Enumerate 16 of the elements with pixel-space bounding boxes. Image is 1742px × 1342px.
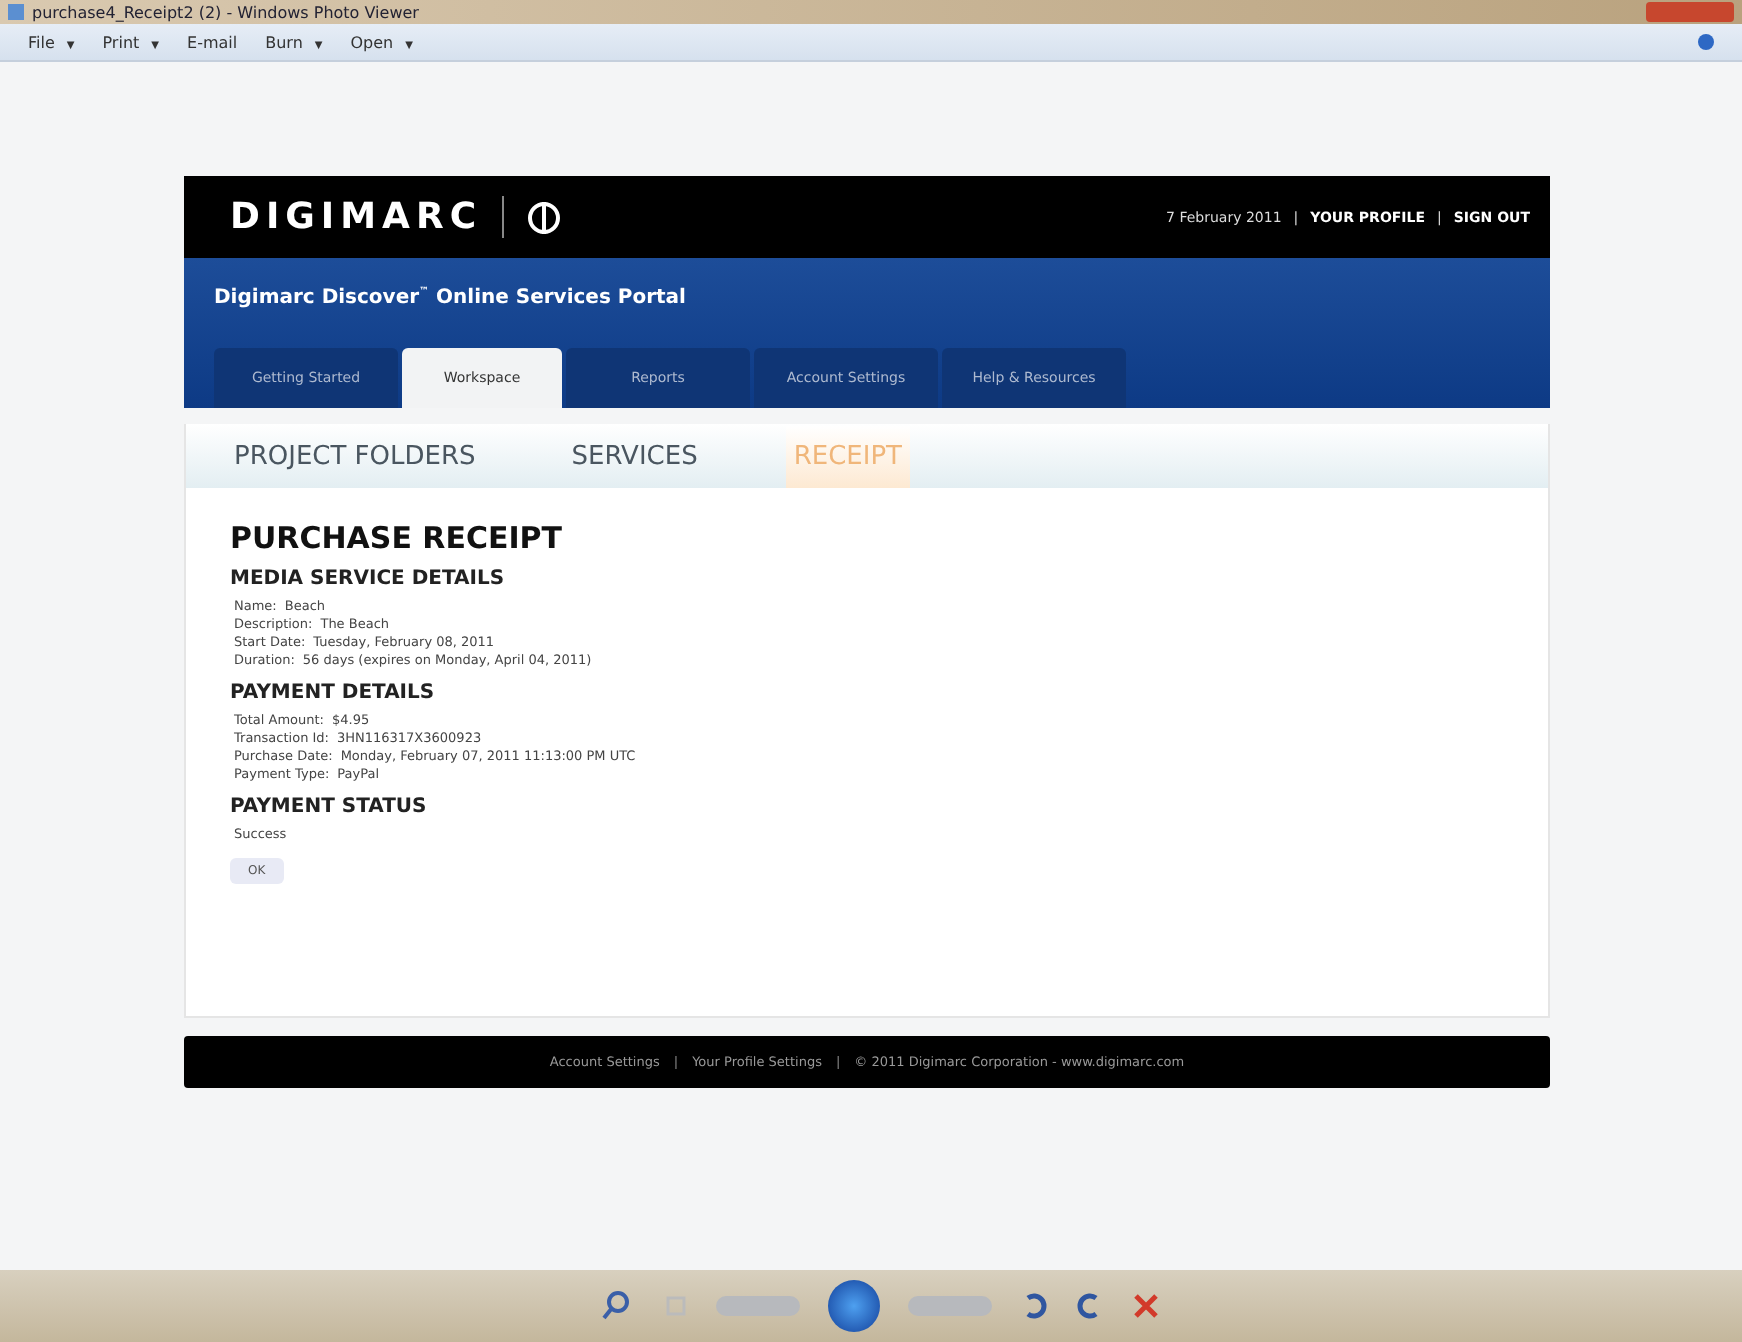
- section-heading: PAYMENT DETAILS: [230, 682, 437, 704]
- logo-icon: [524, 197, 565, 237]
- window-title: purchase4_Receipt2 (2) - Windows Photo Viewer: [32, 3, 421, 21]
- delete-icon[interactable]: [1131, 1292, 1159, 1320]
- page-title: PURCHASE RECEIPT: [230, 520, 565, 556]
- menu-item[interactable]: E-mail: [187, 33, 238, 51]
- portal-title: Digimarc Discover$^{™}$ Online Services Portal: [212, 286, 688, 313]
- section-heading: MEDIA SERVICE DETAILS: [230, 568, 507, 590]
- section-heading: PAYMENT STATUS: [230, 796, 429, 818]
- help-icon[interactable]: [1698, 34, 1714, 50]
- slideshow-button[interactable]: [827, 1280, 879, 1332]
- logo: DIGIMARC: [230, 196, 505, 238]
- subtab[interactable]: PROJECT FOLDERS: [226, 425, 484, 487]
- subtab[interactable]: SERVICES: [563, 425, 706, 487]
- rotate-right-icon[interactable]: [1075, 1292, 1103, 1320]
- zoom-icon[interactable]: [599, 1290, 635, 1322]
